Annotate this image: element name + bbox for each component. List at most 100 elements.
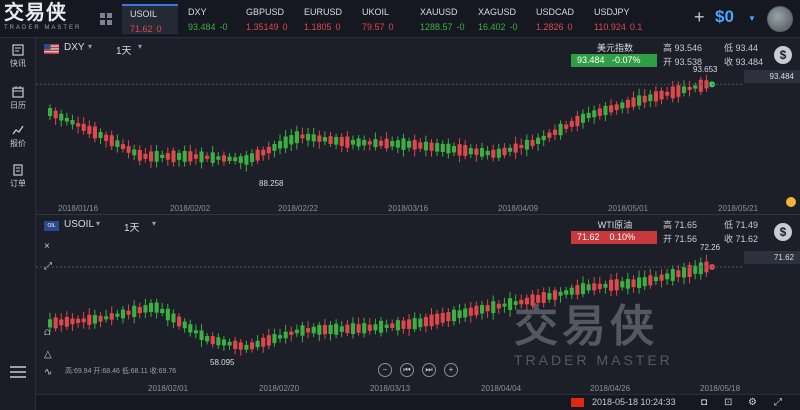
candle bbox=[98, 315, 103, 322]
candle bbox=[120, 309, 126, 319]
ticker-change: 0 bbox=[156, 24, 162, 34]
candle bbox=[137, 307, 142, 314]
candle bbox=[278, 335, 283, 339]
candle bbox=[87, 314, 92, 325]
ticker-dxy[interactable]: DXY 93.484 -0 bbox=[180, 4, 236, 34]
candle bbox=[350, 323, 356, 335]
candle bbox=[266, 335, 271, 346]
candle bbox=[261, 337, 266, 347]
candle bbox=[322, 137, 328, 142]
sidebar-item-news[interactable]: 快讯 bbox=[0, 40, 36, 76]
candle bbox=[322, 325, 328, 335]
reset-view-button[interactable]: ⏮ bbox=[400, 363, 414, 377]
candle bbox=[227, 341, 232, 346]
candle bbox=[59, 113, 64, 121]
candle bbox=[154, 151, 159, 162]
candle bbox=[64, 117, 69, 122]
candle bbox=[485, 150, 490, 156]
candle bbox=[384, 138, 389, 149]
ticker-gbpusd[interactable]: GBPUSD 1.35149 0 bbox=[238, 4, 294, 34]
grid-menu-icon[interactable] bbox=[100, 13, 112, 25]
candle bbox=[160, 308, 165, 314]
candle bbox=[620, 281, 625, 288]
ticker-ukoil[interactable]: UKOIL 79.57 0 bbox=[354, 4, 410, 34]
candle bbox=[115, 313, 120, 317]
candle bbox=[597, 108, 602, 116]
candle bbox=[362, 323, 367, 334]
sidebar-item-label: 日历 bbox=[10, 101, 26, 110]
candle bbox=[126, 310, 131, 315]
cn-flag-icon[interactable] bbox=[571, 398, 584, 407]
ticker-symbol: GBPUSD bbox=[246, 7, 285, 17]
account-balance[interactable]: $0 bbox=[715, 7, 734, 27]
low-point-label: 58.095 bbox=[210, 358, 235, 367]
candle bbox=[536, 295, 541, 303]
candle bbox=[367, 141, 372, 145]
candle bbox=[648, 94, 653, 102]
candle bbox=[53, 317, 58, 329]
candle bbox=[418, 318, 423, 328]
candle bbox=[233, 157, 238, 162]
candle bbox=[294, 329, 299, 334]
candle bbox=[603, 105, 608, 116]
scroll-latest-button[interactable]: ⏭ bbox=[422, 363, 436, 377]
candle bbox=[249, 342, 255, 350]
ticker-price: 16.402 bbox=[478, 22, 506, 32]
avatar[interactable] bbox=[767, 6, 793, 32]
ticker-usoil[interactable]: USOIL 71.62 0 bbox=[122, 4, 178, 34]
menu-icon[interactable] bbox=[10, 366, 26, 378]
sidebar-item-calendar[interactable]: 日历 bbox=[0, 82, 36, 118]
candle bbox=[390, 323, 395, 329]
candle bbox=[451, 145, 457, 153]
candle bbox=[552, 290, 558, 300]
camera-icon[interactable]: ◘ bbox=[701, 397, 707, 408]
ticker-price: 1.35149 bbox=[246, 22, 279, 32]
order-icon bbox=[13, 164, 23, 176]
ticker-symbol: USDCAD bbox=[536, 7, 575, 17]
candle bbox=[446, 143, 451, 154]
candle bbox=[143, 305, 148, 313]
candle bbox=[474, 148, 479, 155]
candle bbox=[463, 145, 468, 156]
expand-icon[interactable]: ⤢ bbox=[774, 397, 782, 408]
candle bbox=[70, 318, 75, 325]
add-icon[interactable]: + bbox=[694, 8, 705, 26]
fullscreen-icon[interactable]: ⊡ bbox=[724, 397, 732, 408]
candle bbox=[631, 279, 636, 288]
candle bbox=[435, 143, 440, 152]
candle bbox=[468, 307, 473, 316]
candle bbox=[580, 283, 586, 295]
candle bbox=[496, 148, 501, 158]
candle bbox=[541, 135, 546, 141]
chevron-down-icon[interactable]: ▼ bbox=[748, 14, 756, 23]
zoom-out-button[interactable]: − bbox=[378, 363, 392, 377]
candle bbox=[440, 143, 445, 153]
candle bbox=[177, 152, 182, 160]
ticker-eurusd[interactable]: EURUSD 1.1805 0 bbox=[296, 4, 352, 34]
candle bbox=[182, 321, 187, 329]
ticker-usdcad[interactable]: USDCAD 1.2826 0 bbox=[528, 4, 584, 34]
candle bbox=[272, 334, 277, 344]
settings-icon[interactable]: ⚙ bbox=[748, 397, 757, 408]
ticker-xagusd[interactable]: XAGUSD 16.402 -0 bbox=[470, 4, 526, 34]
zoom-in-button[interactable]: + bbox=[444, 363, 458, 377]
logo-text: 交易侠 bbox=[4, 2, 67, 24]
candle bbox=[311, 134, 316, 142]
sidebar-item-quotes[interactable]: 报价 bbox=[0, 120, 36, 156]
sidebar-item-orders[interactable]: 订单 bbox=[0, 160, 36, 196]
candle bbox=[165, 153, 170, 160]
candle bbox=[76, 318, 81, 323]
news-icon bbox=[12, 44, 24, 56]
candle bbox=[575, 115, 580, 127]
x-tick: 2018/02/01 bbox=[148, 384, 189, 393]
ticker-xauusd[interactable]: XAUUSD 1288.57 -0 bbox=[412, 4, 468, 34]
candle bbox=[519, 144, 524, 148]
ticker-usdjpy[interactable]: USDJPY 110.9240.16% bbox=[586, 4, 642, 34]
candle bbox=[524, 297, 529, 305]
candle bbox=[508, 298, 513, 311]
candle bbox=[384, 324, 389, 328]
settings-dot-icon[interactable] bbox=[786, 197, 796, 207]
ticker-symbol: EURUSD bbox=[304, 7, 343, 17]
candle bbox=[165, 308, 170, 321]
dxy-candlestick-chart[interactable] bbox=[36, 38, 800, 214]
